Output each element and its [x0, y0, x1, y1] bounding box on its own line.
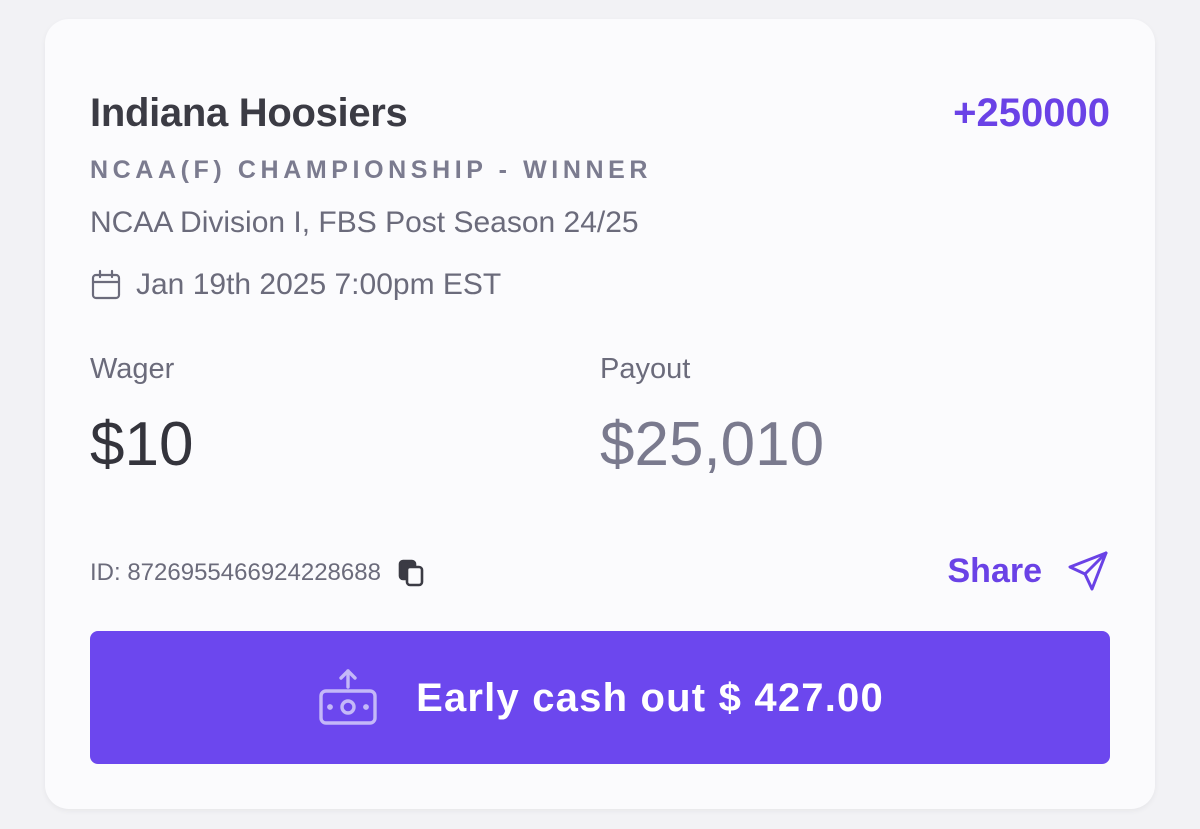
- calendar-icon: [90, 269, 122, 301]
- cash-upload-icon: [316, 666, 380, 730]
- market-label: NCAA(F) CHAMPIONSHIP - WINNER: [90, 156, 653, 184]
- wager-value: $10: [90, 410, 194, 479]
- event-date: Jan 19th 2025 7:00pm EST: [136, 268, 502, 301]
- share-label: Share: [947, 552, 1043, 590]
- team-name: Indiana Hoosiers: [90, 91, 408, 135]
- copy-icon[interactable]: [397, 558, 425, 588]
- bet-id-row: ID: 8726955466924228688: [90, 555, 425, 591]
- payout-value: $25,010: [600, 410, 825, 479]
- early-cash-out-button[interactable]: Early cash out $ 427.00: [90, 631, 1110, 764]
- event-date-row: Jan 19th 2025 7:00pm EST: [90, 265, 501, 305]
- bet-card: Indiana Hoosiers +250000 NCAA(F) CHAMPIO…: [45, 19, 1155, 809]
- share-button[interactable]: Share: [948, 547, 1111, 595]
- early-cash-out-label: Early cash out $ 427.00: [416, 675, 884, 720]
- bet-id: ID: 8726955466924228688: [90, 559, 381, 586]
- payout-label: Payout: [600, 353, 691, 385]
- send-icon: [1066, 549, 1110, 593]
- event-name: NCAA Division I, FBS Post Season 24/25: [90, 206, 639, 239]
- odds-value: +250000: [953, 91, 1110, 135]
- wager-label: Wager: [90, 353, 175, 385]
